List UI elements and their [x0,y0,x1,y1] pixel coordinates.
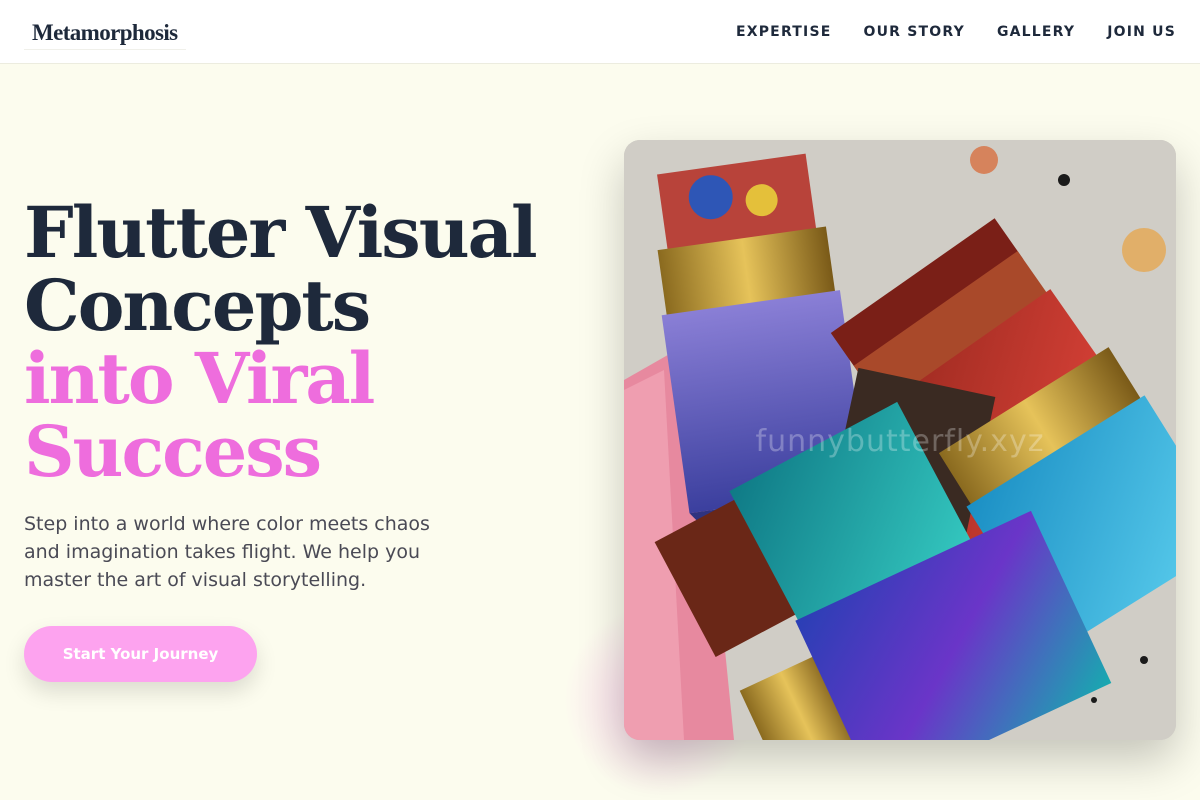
hero-title-highlight: Success [24,410,322,493]
site-header: Metamorphosis EXPERTISE OUR STORY GALLER… [0,0,1200,64]
nav-link-gallery[interactable]: GALLERY [997,22,1075,42]
main-nav: EXPERTISE OUR STORY GALLERY JOIN US [736,22,1176,42]
image-watermark: funnybutterfly.xyz [755,424,1045,459]
hero-description: Step into a world where color meets chao… [24,513,430,591]
hero-image: funnybutterfly.xyz [624,140,1176,740]
nav-link-join-us[interactable]: JOIN US [1107,22,1176,42]
hero-title: Flutter Visual Concepts into Viral Succe… [24,196,584,488]
hero-title-line: Flutter Visual [24,191,538,274]
brand-logo[interactable]: Metamorphosis [24,18,186,50]
nav-link-our-story[interactable]: OUR STORY [864,22,965,42]
hero-title-line: Concepts [24,264,371,347]
start-journey-button[interactable]: Start Your Journey [24,626,257,682]
hero-title-highlight: into Viral [24,337,375,420]
nav-link-expertise[interactable]: EXPERTISE [736,22,832,42]
